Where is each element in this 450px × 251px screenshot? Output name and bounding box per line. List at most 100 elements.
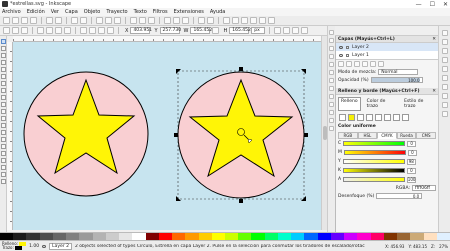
ellipse-tool-icon[interactable]	[0, 88, 6, 93]
fill-stroke-icon[interactable]	[223, 17, 230, 24]
stroke-width[interactable]: 1.00	[29, 244, 39, 249]
dock-fill-icon[interactable]	[441, 75, 448, 81]
alpha-value[interactable]: 100	[407, 176, 417, 183]
menu-extensiones[interactable]: Extensiones	[174, 9, 204, 15]
redo-icon[interactable]	[80, 17, 87, 24]
fill-swatch[interactable]	[19, 241, 27, 246]
mode-rgb[interactable]: RGB	[338, 132, 358, 139]
snap-cusp-icon[interactable]	[329, 102, 334, 107]
pen-tool-icon[interactable]	[0, 116, 6, 121]
menu-capa[interactable]: Capa	[65, 9, 78, 15]
alpha-slider[interactable]	[343, 177, 406, 182]
handle-bottom[interactable]	[239, 199, 243, 203]
snap-midpoints-icon[interactable]	[329, 62, 334, 67]
handle-top-right[interactable]	[301, 69, 306, 74]
dock-objects-icon[interactable]	[441, 39, 448, 45]
palette-swatch[interactable]	[66, 233, 80, 240]
dock-align-icon[interactable]	[441, 48, 448, 54]
layers-panel-header[interactable]: Capas (Mayús+Ctrl+L) ✕	[336, 36, 438, 43]
close-button[interactable]: ✕	[443, 1, 448, 8]
raise-icon[interactable]	[89, 27, 96, 34]
zoom-selection-icon[interactable]	[130, 17, 137, 24]
node-tool-icon[interactable]	[0, 46, 6, 51]
snap-nodes-icon[interactable]	[329, 78, 334, 83]
spiral-tool-icon[interactable]	[0, 102, 6, 107]
spray-tool-icon[interactable]	[0, 137, 6, 142]
zoom-value[interactable]: 27%	[439, 244, 448, 249]
tab-stroke-paint[interactable]: Color de trazo	[364, 97, 399, 111]
bucket-tool-icon[interactable]	[0, 151, 6, 156]
align-icon[interactable]	[259, 17, 266, 24]
magenta-slider[interactable]	[343, 150, 406, 155]
xml-editor-icon[interactable]	[250, 17, 257, 24]
select-all-icon[interactable]	[3, 27, 10, 34]
text-font-icon[interactable]	[232, 17, 239, 24]
mesh-icon[interactable]	[375, 114, 382, 121]
maximize-button[interactable]: ☐	[430, 1, 435, 8]
linear-gradient-icon[interactable]	[357, 114, 364, 121]
menu-ayuda[interactable]: Ayuda	[210, 9, 225, 15]
tab-stroke-style[interactable]: Estilo de trazo	[401, 97, 436, 111]
close-panel-icon[interactable]: ✕	[432, 37, 436, 42]
undo-icon[interactable]	[71, 17, 78, 24]
import-icon[interactable]	[46, 17, 53, 24]
palette-swatch[interactable]	[238, 233, 252, 240]
y-field[interactable]: 257.730	[159, 27, 181, 34]
unset-paint-icon[interactable]	[402, 114, 409, 121]
black-slider[interactable]	[342, 168, 405, 173]
blur-slider[interactable]: 0.0	[376, 193, 423, 199]
palette-swatch[interactable]	[224, 233, 239, 240]
menu-trayecto[interactable]: Trayecto	[106, 9, 127, 15]
palette-swatch[interactable]	[13, 233, 27, 240]
palette-swatch[interactable]	[291, 233, 305, 240]
transform-patterns-icon[interactable]	[301, 27, 309, 34]
snap-centers-icon[interactable]	[329, 70, 334, 75]
palette-swatch[interactable]	[317, 233, 331, 240]
menu-ver[interactable]: Ver	[51, 9, 59, 15]
palette-swatch[interactable]	[264, 233, 278, 240]
snap-grid-icon[interactable]	[329, 118, 334, 123]
flip-vertical-icon[interactable]	[64, 27, 71, 34]
dock-prefs-icon[interactable]	[441, 111, 448, 117]
handle-right[interactable]	[304, 133, 308, 137]
snap-toggle-icon[interactable]	[329, 30, 334, 35]
calligraphy-tool-icon[interactable]	[0, 123, 6, 128]
raise-to-top-icon[interactable]	[80, 27, 87, 34]
dock-transform-icon[interactable]	[441, 57, 448, 63]
layer-name[interactable]: Layer 1	[352, 53, 369, 58]
layer-row[interactable]: Layer 2	[336, 43, 438, 51]
menu-objeto[interactable]: Objeto	[84, 9, 101, 15]
layer-name[interactable]: Layer 2	[352, 45, 369, 50]
palette-swatch[interactable]	[397, 233, 411, 240]
deselect-icon[interactable]	[21, 27, 28, 34]
palette-swatch[interactable]	[304, 233, 318, 240]
layer-row[interactable]: Layer 1	[336, 51, 438, 59]
transform-gradients-icon[interactable]	[292, 27, 300, 34]
flip-horizontal-icon[interactable]	[55, 27, 62, 34]
fill-stroke-indicator[interactable]: Relleno: Trazo:	[2, 241, 27, 251]
dock-xml-icon[interactable]	[441, 66, 448, 72]
dropper-tool-icon[interactable]	[0, 172, 6, 177]
palette-swatch[interactable]	[105, 233, 120, 240]
rotate-ccw-icon[interactable]	[37, 27, 44, 34]
flat-color-icon[interactable]	[348, 114, 355, 121]
palette-swatch[interactable]	[330, 233, 345, 240]
palette-swatch[interactable]	[158, 233, 173, 240]
palette-swatch[interactable]	[410, 233, 424, 240]
layers-icon[interactable]	[241, 17, 248, 24]
cyan-slider[interactable]	[343, 141, 406, 146]
unit-select[interactable]: px	[251, 27, 266, 34]
pattern-icon[interactable]	[384, 114, 391, 121]
lock-icon[interactable]	[346, 45, 349, 49]
palette-swatch[interactable]	[423, 233, 437, 240]
snap-corners-icon[interactable]	[329, 54, 334, 59]
new-document-icon[interactable]	[3, 17, 10, 24]
clone-icon[interactable]	[173, 17, 180, 24]
palette-swatch[interactable]	[172, 233, 186, 240]
handle-bottom-left[interactable]	[176, 196, 181, 201]
palette-swatch[interactable]	[370, 233, 384, 240]
w-field[interactable]: 165.452	[190, 27, 212, 34]
palette-swatch[interactable]	[436, 233, 450, 240]
layer-top-icon[interactable]	[354, 61, 360, 67]
zoom-drawing-icon[interactable]	[139, 17, 146, 24]
